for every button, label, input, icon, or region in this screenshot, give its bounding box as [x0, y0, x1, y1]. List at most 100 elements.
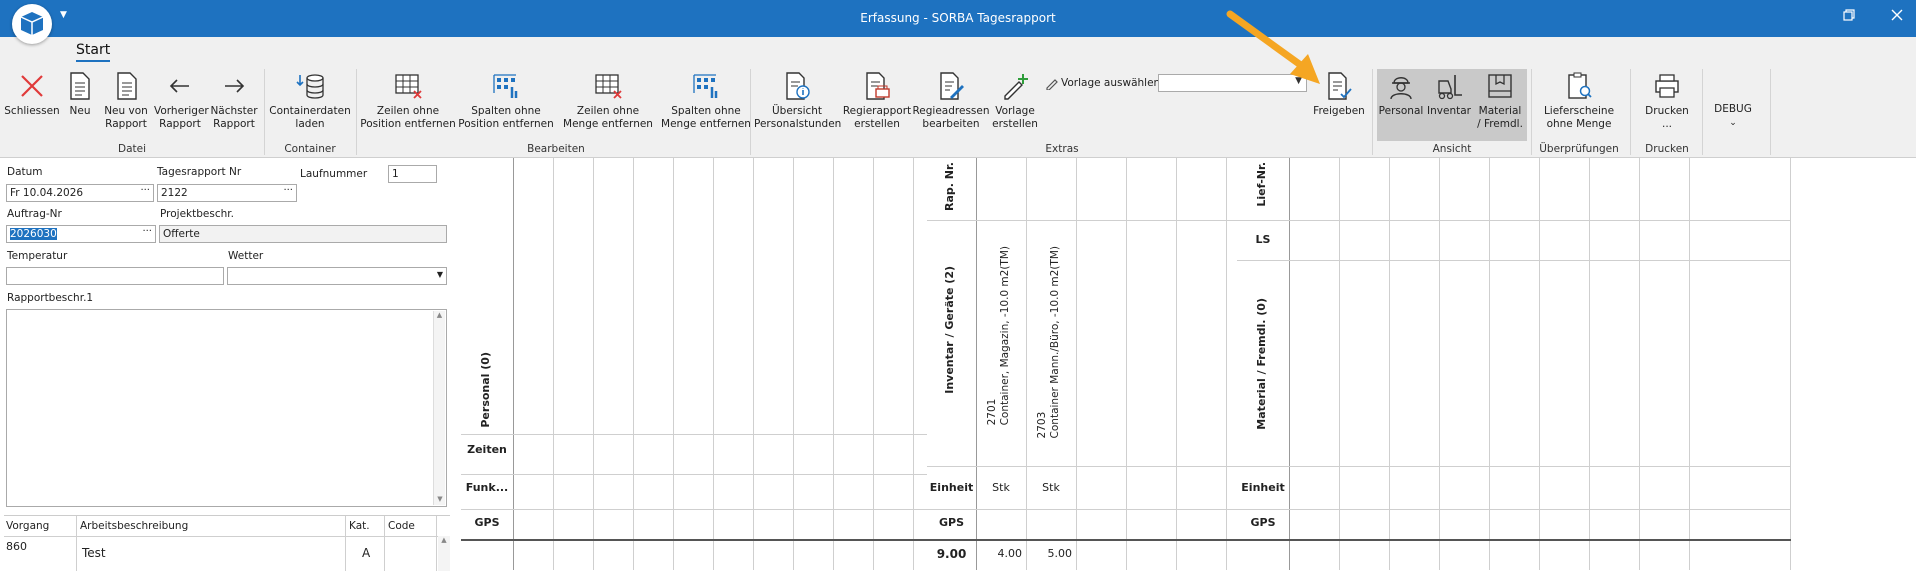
- spalten-pos-label-1: Spalten ohne: [471, 105, 541, 117]
- column-header[interactable]: Kat.: [349, 520, 370, 532]
- tab-start[interactable]: Start: [76, 42, 111, 62]
- neu-von-label-2: Rapport: [105, 118, 147, 130]
- laufnummer-value: 1: [392, 168, 399, 180]
- remove-rows-icon: [595, 74, 622, 99]
- neu-button[interactable]: Neu: [62, 69, 98, 141]
- vorlage-erstellen-label-1: Vorlage: [995, 105, 1035, 117]
- scrollbar[interactable]: ▲: [438, 536, 450, 571]
- column-header[interactable]: Arbeitsbeschreibung: [80, 520, 188, 532]
- item-name: Container, Magazin, -10.0 m2(TM): [999, 246, 1011, 426]
- title-bar: ▼ Erfassung - SORBA Tagesrapport: [0, 0, 1916, 37]
- neu-label: Neu: [69, 105, 91, 117]
- personal-header: Personal (0): [479, 352, 492, 428]
- regieadressen-bearbeiten-button[interactable]: Regieadressen bearbeiten: [912, 69, 990, 141]
- qty-cell: 5.00: [1047, 547, 1073, 560]
- containerdaten-laden-button[interactable]: Containerdaten laden: [268, 69, 352, 141]
- worker-helmet-icon: [1390, 77, 1412, 100]
- auftrag-label: Auftrag-Nr: [7, 208, 62, 220]
- spalten-menge-label-2: Menge entfernen: [661, 118, 751, 130]
- tagesrapport-label: Tagesrapport Nr: [157, 166, 242, 178]
- zeilen-menge-label-1: Zeilen ohne: [576, 105, 640, 117]
- spalten-ohne-menge-button[interactable]: Spalten ohne Menge entfernen: [660, 69, 752, 141]
- funk-row-label: Funk...: [465, 481, 509, 494]
- zeilen-ohne-menge-button[interactable]: Zeilen ohne Menge entfernen: [560, 69, 656, 141]
- group-separator: [1702, 69, 1703, 155]
- laufnummer-field[interactable]: 1: [388, 165, 437, 183]
- spalten-pos-label-2: Position entfernen: [458, 118, 554, 130]
- document-info-icon: [786, 72, 810, 100]
- tagesrapport-field[interactable]: 2122 ···: [157, 184, 297, 202]
- schliessen-button[interactable]: Schliessen: [4, 69, 60, 141]
- containerdaten-label-2: laden: [295, 118, 325, 130]
- datum-label: Datum: [7, 166, 43, 178]
- group-label-ansicht: Ansicht: [1432, 143, 1472, 155]
- ansicht-material-label-1: Material: [1478, 105, 1522, 117]
- gps-row-label: GPS: [1250, 516, 1276, 529]
- naechster-label-2: Rapport: [213, 118, 255, 130]
- zeilen-pos-label-1: Zeilen ohne: [376, 105, 440, 117]
- group-label-container: Container: [284, 143, 336, 155]
- neu-von-label-1: Neu von: [104, 105, 148, 117]
- material-box-icon: [1488, 74, 1512, 98]
- datum-field[interactable]: Fr 10.04.2026 ···: [6, 184, 154, 202]
- regieadressen-label-1: Regieadressen: [912, 105, 990, 117]
- regierapport-label-1: Regierapport: [842, 105, 912, 117]
- document-icon: [70, 72, 90, 100]
- einheit-cell: Stk: [1042, 481, 1060, 494]
- vorgang-table: Vorgang Arbeitsbeschreibung Kat. Code 86…: [4, 515, 450, 571]
- inventar-total: 9.00: [936, 547, 967, 561]
- ansicht-material-label-2: / Fremdl.: [1477, 118, 1523, 130]
- inventar-header: Inventar / Geräte (2): [943, 266, 956, 394]
- ls-row-label: LS: [1255, 233, 1271, 246]
- inventar-item-name: 2703 Container Mann./Büro, -10.0 m2(TM): [1036, 246, 1062, 438]
- lieferscheine-ohne-menge-button[interactable]: Lieferscheine ohne Menge: [1536, 69, 1622, 141]
- group-separator: [1630, 69, 1631, 155]
- datum-value: Fr 10.04.2026: [10, 187, 84, 199]
- close-window-icon[interactable]: [1891, 9, 1903, 25]
- scroll-up-icon[interactable]: ▲: [434, 311, 445, 319]
- wetter-select[interactable]: ▼: [227, 267, 447, 285]
- group-separator: [1531, 69, 1532, 155]
- regieadressen-label-2: bearbeiten: [922, 118, 980, 130]
- ansicht-personal-button[interactable]: Personal: [1377, 69, 1425, 141]
- group-separator: [356, 69, 357, 155]
- temperatur-field[interactable]: [6, 267, 224, 285]
- column-header[interactable]: Vorgang: [6, 520, 49, 532]
- group-label-ueberpruefungen: Überprüfungen: [1539, 143, 1619, 155]
- scroll-down-icon[interactable]: ▼: [434, 495, 446, 503]
- ellipsis-icon[interactable]: ···: [283, 185, 293, 196]
- vorheriger-rapport-button[interactable]: Vorheriger Rapport: [154, 69, 209, 141]
- app-logo[interactable]: [12, 4, 52, 44]
- scroll-up-icon[interactable]: ▲: [438, 536, 450, 544]
- uebersicht-personalstunden-button[interactable]: Übersicht Personalstunden: [754, 69, 841, 141]
- document-edit-icon: [940, 72, 964, 100]
- ansicht-inventar-label: Inventar: [1427, 105, 1471, 117]
- ansicht-material-button[interactable]: Material / Fremdl.: [1473, 69, 1527, 141]
- annotation-arrow-icon: [1226, 10, 1320, 84]
- ellipsis-icon[interactable]: ···: [140, 185, 150, 196]
- ellipsis-icon[interactable]: ···: [142, 226, 152, 237]
- drucken-button[interactable]: Drucken ...: [1636, 69, 1698, 141]
- projekt-label: Projektbeschr.: [160, 208, 234, 220]
- drucken-label-2: ...: [1661, 118, 1672, 130]
- arrow-right-icon: [225, 79, 245, 93]
- spalten-ohne-position-button[interactable]: Spalten ohne Position entfernen: [458, 69, 554, 141]
- naechster-rapport-button[interactable]: Nächster Rapport: [208, 69, 260, 141]
- kat-cell: A: [362, 546, 371, 560]
- neu-von-rapport-button[interactable]: Neu von Rapport: [100, 69, 152, 141]
- column-header[interactable]: Code: [388, 520, 415, 532]
- vorheriger-label-2: Rapport: [159, 118, 201, 130]
- vorlage-erstellen-button[interactable]: Vorlage erstellen: [990, 69, 1040, 141]
- restore-window-icon[interactable]: [1843, 9, 1855, 25]
- group-label-drucken: Drucken: [1645, 143, 1689, 155]
- rapportbeschr-textarea[interactable]: ▲ ▼: [6, 309, 447, 507]
- database-download-icon: [296, 74, 324, 99]
- auftrag-field[interactable]: 2026030 ···: [6, 225, 156, 243]
- zeilen-ohne-position-button[interactable]: Zeilen ohne Position entfernen: [360, 69, 456, 141]
- remove-rows-icon: [395, 74, 422, 99]
- regierapport-erstellen-button[interactable]: Regierapport erstellen: [842, 69, 912, 141]
- ansicht-inventar-button[interactable]: Inventar: [1425, 69, 1473, 141]
- clipboard-search-icon: [1568, 72, 1592, 99]
- scrollbar[interactable]: ▲ ▼: [433, 311, 445, 505]
- containerdaten-label-1: Containerdaten: [269, 105, 351, 117]
